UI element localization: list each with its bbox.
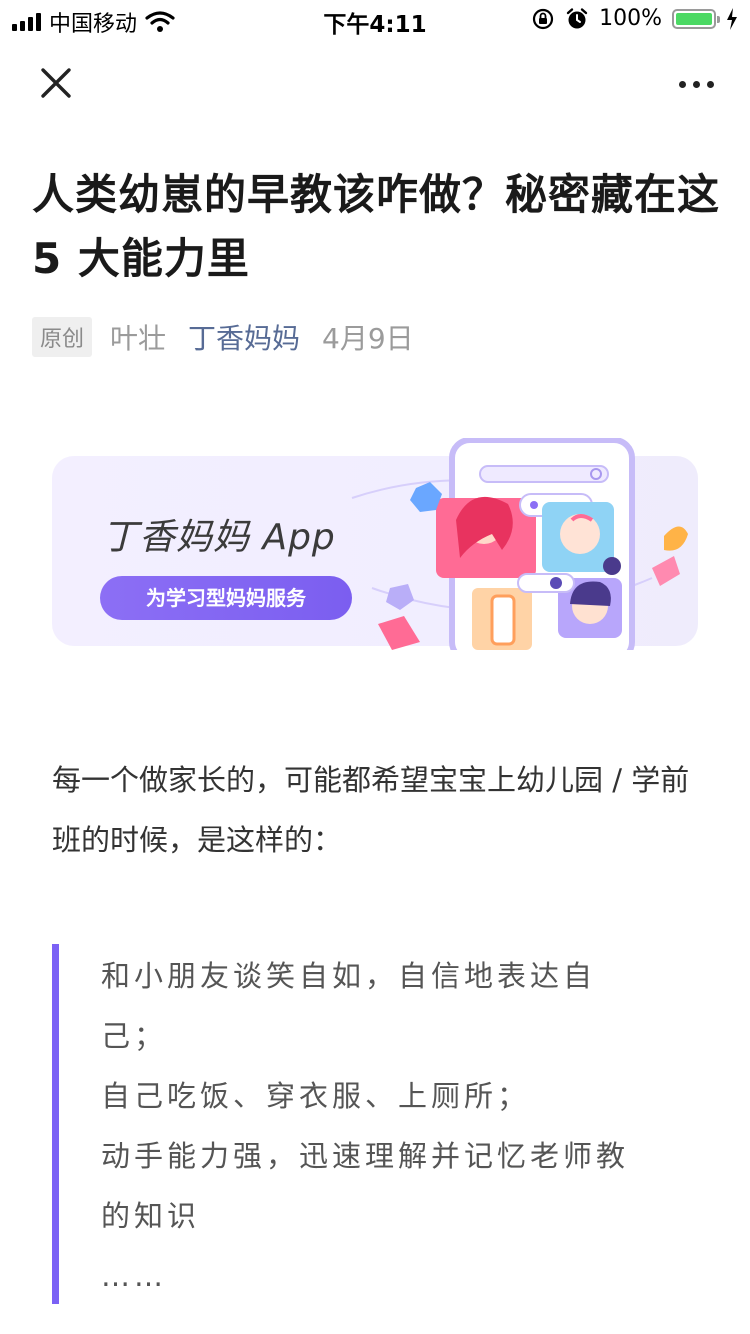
rotation-lock-icon — [532, 8, 554, 29]
original-tag: 原创 — [32, 317, 93, 357]
close-icon — [41, 68, 71, 98]
battery-percent: 100% — [599, 6, 662, 31]
quote-line: 和小朋友谈笑自如，自信地表达自己； — [101, 959, 597, 1053]
phone-illustration — [378, 438, 688, 650]
quote-line: 动手能力强，迅速理解并记忆老师教的知识 — [101, 1139, 630, 1233]
status-bar: 中国移动 下午4:11 100% — [0, 0, 750, 40]
publish-date: 4月9日 — [322, 322, 414, 355]
intro-paragraph: 每一个做家长的，可能都希望宝宝上幼儿园 / 学前班的时候，是这样的： — [52, 763, 690, 857]
article-meta: 原创 叶壮 丁香妈妈 4月9日 — [32, 315, 414, 359]
battery-icon — [672, 8, 720, 29]
alarm-icon — [566, 7, 588, 28]
quote-line: 自己吃饭、穿衣服、上厕所； — [101, 1079, 531, 1113]
app-banner[interactable]: 丁香妈妈 App 为学习型妈妈服务 — [52, 438, 698, 650]
more-button[interactable] — [668, 64, 724, 104]
close-button[interactable] — [32, 60, 80, 108]
account-link[interactable]: 丁香妈妈 — [188, 317, 300, 357]
quote-line: …… — [101, 1259, 167, 1293]
article-title: 人类幼崽的早教该咋做？秘密藏在这 5 大能力里 — [32, 170, 721, 283]
author-name: 叶壮 — [110, 322, 167, 355]
quote-text: 和小朋友谈笑自如，自信地表达自己； 自己吃饭、穿衣服、上厕所； 动手能力强，迅速… — [101, 946, 661, 1306]
charging-bolt-icon — [727, 7, 737, 30]
blockquote: 和小朋友谈笑自如，自信地表达自己； 自己吃饭、穿衣服、上厕所； 动手能力强，迅速… — [52, 944, 699, 1304]
more-icon — [678, 80, 686, 88]
status-right: 100% — [531, 6, 738, 31]
